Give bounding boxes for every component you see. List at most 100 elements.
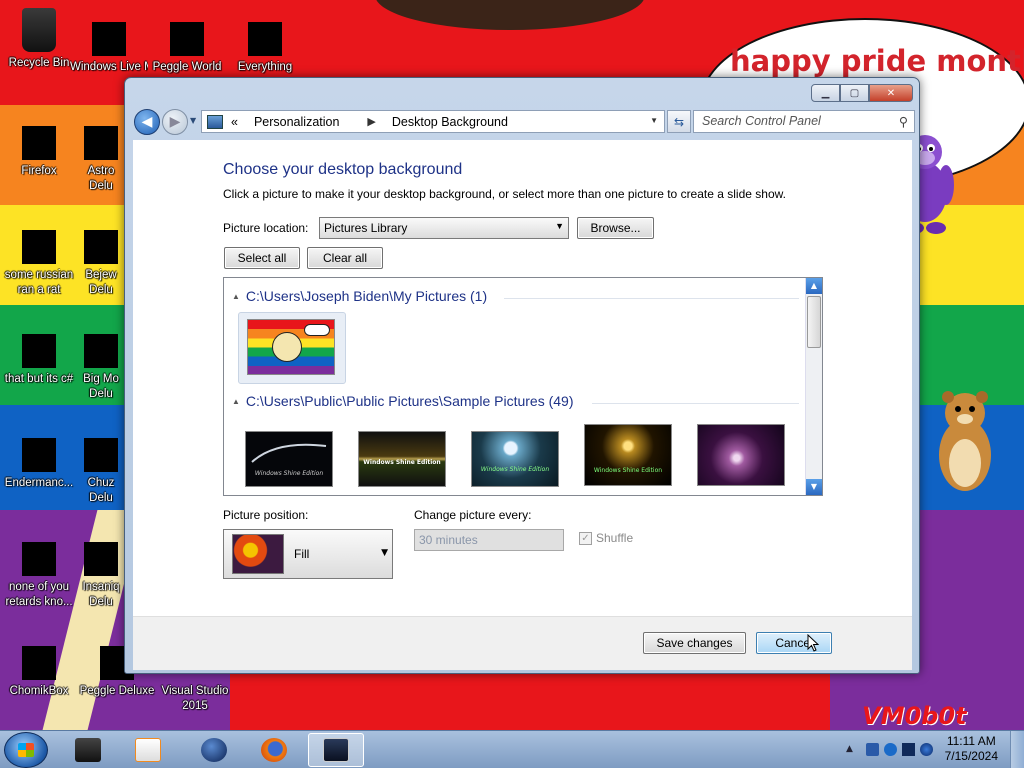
desktop-icon-label: Windows Live Ma <box>70 61 148 73</box>
breadcrumb-chevron-icon[interactable]: ▶ <box>367 115 375 128</box>
bejeweled-deluxe-icon <box>84 230 118 264</box>
desktop-icon-that-but-csharp[interactable]: that but its c# <box>0 334 78 387</box>
desktop-icon-label: none of you retards kno... <box>5 581 73 608</box>
speech-bubble-mini <box>304 324 330 336</box>
clock[interactable]: 11:11 AM 7/15/2024 <box>945 734 998 764</box>
thumbnail-sample-4[interactable]: Windows Shine Edition <box>584 424 672 486</box>
refresh-button[interactable]: ⇆ <box>667 110 691 133</box>
windows-logo-icon <box>18 743 34 757</box>
show-hidden-icons-button[interactable]: ▲ <box>846 744 859 757</box>
minimize-button[interactable]: ▁ <box>811 84 840 102</box>
breadcrumb-desktop-background[interactable]: Desktop Background <box>392 115 508 129</box>
desktop-icon-windows-live-mail[interactable]: Windows Live Ma <box>70 22 148 75</box>
collapse-icon[interactable]: ▲ <box>232 397 240 406</box>
change-picture-interval-value: 30 minutes <box>419 533 478 547</box>
taskbar-pinned-media-player[interactable] <box>120 733 176 767</box>
chevron-down-icon: ▼ <box>555 221 564 231</box>
desktop-icon-recycle-bin[interactable]: Recycle Bin <box>0 8 78 71</box>
cartoon-face <box>272 332 302 362</box>
checkbox-check-icon: ✓ <box>579 531 592 545</box>
close-button[interactable]: ✕ <box>869 84 913 102</box>
thumbnail-sample-1[interactable]: Windows Shine Edition <box>245 431 333 487</box>
start-button[interactable] <box>4 732 48 768</box>
desktop-icon-endermanch[interactable]: Endermanc... <box>0 438 78 491</box>
desktop-icon-astro-deluxe[interactable]: Astro Delu <box>78 126 124 194</box>
peggle-world-icon <box>170 22 204 56</box>
shuffle-label: Shuffle <box>596 531 634 545</box>
taskbar-pinned-firefox[interactable] <box>246 733 302 767</box>
thumbnail-sample-5[interactable] <box>697 424 785 486</box>
program-icon <box>75 738 101 762</box>
desktop-icon-russian-rat[interactable]: some russian ran a rat <box>0 230 78 298</box>
thumbnail-sample-2[interactable]: Windows Shine Edition <box>358 431 446 487</box>
volume-tray-icon[interactable] <box>920 743 933 756</box>
desktop-icon-label: Bejew Delu <box>85 269 117 296</box>
thumbnail-caption: Windows Shine Edition <box>363 459 441 466</box>
desktop-icon-label: ChomikBox <box>9 685 69 697</box>
display-tray-icon[interactable] <box>902 743 915 756</box>
desktop-icon-insaniquarium-deluxe[interactable]: Insaniq Delu <box>78 542 124 610</box>
search-input[interactable]: Search Control Panel ⚲ <box>693 110 915 133</box>
picture-position-dropdown[interactable]: Fill ▼ <box>223 529 393 579</box>
collapse-icon[interactable]: ▲ <box>232 292 240 301</box>
change-picture-every-label: Change picture every: <box>414 508 532 522</box>
breadcrumb-personalization[interactable]: Personalization <box>254 115 339 129</box>
thumbnail-sample-3[interactable]: Windows Shine Edition <box>471 431 559 487</box>
clear-all-button[interactable]: Clear all <box>307 247 383 269</box>
thumbnail-pride-cartoon[interactable] <box>247 319 335 375</box>
cancel-button[interactable]: Cancel <box>756 632 832 654</box>
desktop-icon-label: that but its c# <box>4 373 74 385</box>
desktop-icon-everything[interactable]: Everything <box>226 22 304 75</box>
recent-pages-dropdown[interactable]: ▼ <box>190 116 196 125</box>
desktop-icon-peggle-world[interactable]: Peggle World <box>148 22 226 75</box>
maximize-button[interactable]: ▢ <box>840 84 869 102</box>
group-header-my-pictures[interactable]: ▲ C:\Users\Joseph Biden\My Pictures (1) <box>232 288 487 304</box>
taskbar: ▲ 11:11 AM 7/15/2024 <box>0 730 1024 768</box>
breadcrumb-overflow[interactable]: « <box>231 115 238 129</box>
action-center-tray-icon[interactable] <box>884 743 897 756</box>
save-changes-button[interactable]: Save changes <box>643 632 746 654</box>
address-bar[interactable]: « Personalization ▶ Desktop Background ▼ <box>201 110 665 133</box>
browse-button[interactable]: Browse... <box>577 217 654 239</box>
shuffle-checkbox: ✓ Shuffle <box>579 531 633 545</box>
banner-text: happy pride month <box>730 44 1024 78</box>
address-dropdown-icon[interactable]: ▼ <box>650 116 658 125</box>
clock-time: 11:11 AM <box>946 734 996 748</box>
scroll-thumb[interactable] <box>807 296 821 348</box>
taskbar-pinned-browser[interactable] <box>186 733 242 767</box>
desktop-icon-label: Peggle Deluxe <box>79 685 155 697</box>
group-divider <box>592 403 799 404</box>
search-icon[interactable]: ⚲ <box>899 114 908 129</box>
scroll-up-button[interactable]: ▲ <box>806 278 822 294</box>
system-tray: ▲ 11:11 AM 7/15/2024 <box>824 731 1024 768</box>
arrow-left-icon: ◀ <box>141 114 153 130</box>
forward-button[interactable]: ▶ <box>162 109 188 135</box>
desktop-icon-big-money-deluxe[interactable]: Big Mo Delu <box>78 334 124 402</box>
thumbnail-selected-frame[interactable] <box>238 312 346 384</box>
desktop-icon-none-of-you[interactable]: none of you retards kno... <box>0 542 78 610</box>
taskbar-pinned-program[interactable] <box>60 733 116 767</box>
endermanch-icon <box>22 438 56 472</box>
desktop-icon-chomikbox[interactable]: ChomikBox <box>0 646 78 699</box>
hamster-character <box>930 385 1000 495</box>
desktop-icon-bejeweled-deluxe[interactable]: Bejew Delu <box>78 230 124 298</box>
show-desktop-button[interactable] <box>1010 731 1024 768</box>
desktop-icon-firefox[interactable]: Firefox <box>0 126 78 179</box>
desktop-icon-label: some russian ran a rat <box>4 269 74 296</box>
group-header-sample-pictures[interactable]: ▲ C:\Users\Public\Public Pictures\Sample… <box>232 393 573 409</box>
group-title: C:\Users\Joseph Biden\My Pictures (1) <box>245 288 488 304</box>
browser-icon <box>201 738 227 762</box>
taskbar-active-control-panel[interactable] <box>308 733 364 767</box>
desktop-icon-chuzzle-deluxe[interactable]: Chuz Delu <box>78 438 124 506</box>
back-button[interactable]: ◀ <box>134 109 160 135</box>
windows-live-mail-icon <box>92 22 126 56</box>
scroll-down-button[interactable]: ▼ <box>806 479 822 495</box>
cartoon-shirt <box>230 670 830 730</box>
select-all-button[interactable]: Select all <box>224 247 300 269</box>
desktop-icon-label: Firefox <box>21 165 57 177</box>
program-icon <box>22 542 56 576</box>
network-tray-icon[interactable] <box>866 743 879 756</box>
vertical-scrollbar[interactable]: ▲ ▼ <box>805 278 822 495</box>
picture-location-dropdown[interactable]: Pictures Library ▼ <box>319 217 569 239</box>
picture-list[interactable]: ▲ C:\Users\Joseph Biden\My Pictures (1) … <box>223 277 823 496</box>
